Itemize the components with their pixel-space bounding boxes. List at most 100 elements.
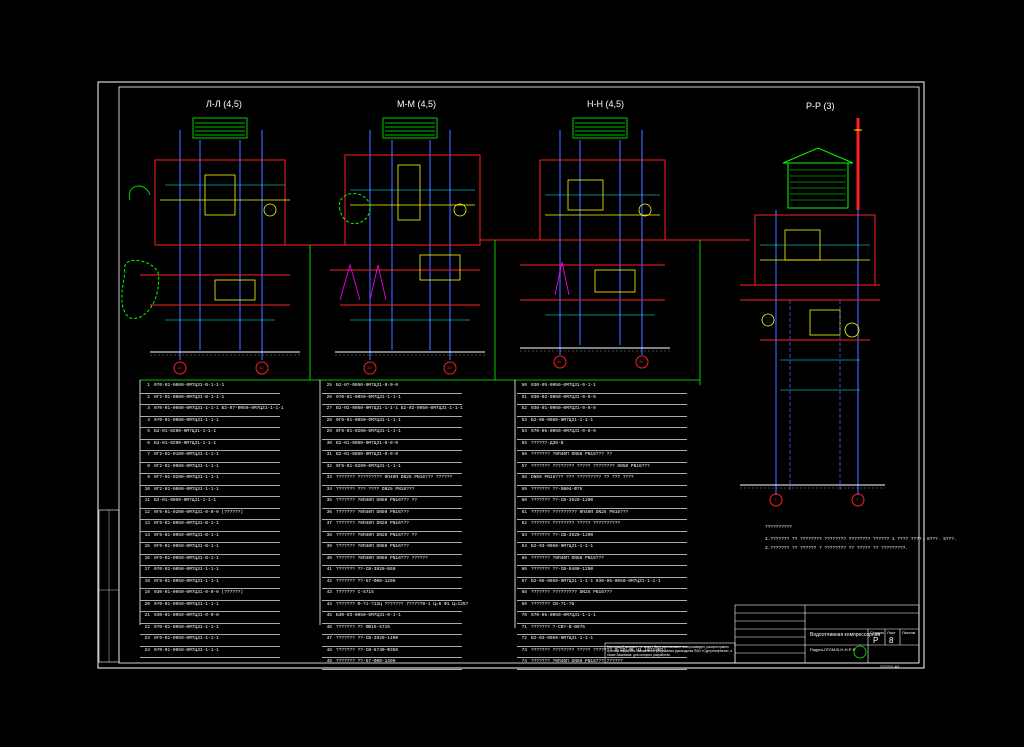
legend-row: 57 ??????? ???????? ????? ???????? DN50 P…	[517, 463, 687, 474]
legend-text: ??????? ??-СВ-0400-1200	[531, 567, 594, 572]
legend-text: 070-05-0050-0М7Ц31-0-0-0	[531, 429, 596, 434]
legend-row: 38 ??????? ?0П40П DN20 PN16??? ??	[322, 532, 462, 543]
legend-text: ??????? Ф-?1-?12Ц ??????? 7??7??9-1 Ц=6 …	[336, 601, 469, 607]
legend-number: 1	[147, 383, 150, 388]
legend-number: 34	[326, 486, 332, 492]
section-title: Н-Н (4,5)	[587, 99, 625, 109]
legend-number: 74	[521, 659, 527, 664]
legend-row: 62 ??????? ???????? ????? ??????????	[517, 520, 687, 532]
legend-row: 6 Б2-01-0200-0М7Ц31-1-1-1	[140, 440, 280, 451]
legend-text: 0Г6-01-0200-0М7Ц31-0-0-0 (??????)	[154, 509, 244, 515]
legend-row: 27 Б2-02-0050-0М7Ц31-1-1-1 Б2-02-0050-0М7…	[322, 405, 463, 417]
legend-row: 2 0Г2-01-0080-0М7Ц31-В-1-1-1	[140, 394, 280, 405]
legend-number: 46	[326, 624, 332, 630]
disclaimer-text: Настоящий документ не может быть использ…	[607, 645, 733, 657]
axis-label: 12	[177, 365, 182, 370]
sheet-value: 8	[889, 636, 894, 645]
legend-number: 13	[144, 521, 150, 526]
legend-number: 50	[521, 383, 527, 388]
legend-number: 72	[521, 636, 527, 641]
legend-number: 12	[144, 509, 150, 515]
legend-text: ??????? ?0П40П DN50 PN16??? ??????	[336, 555, 428, 561]
legend-text: ??????? ??-СВ-3920-Б50	[336, 567, 396, 572]
legend-text: 0Г2-01-0080-0М7Ц31-1-1-1	[154, 463, 219, 469]
legend-number: 67	[521, 578, 527, 584]
legend-row: 61 ??????? ????????? 0П40П DN25 PN16???	[517, 509, 687, 520]
legend-text: 0Г8-01-0050-0М7Ц31-1-1-1	[154, 578, 219, 584]
legend-text: 0Г2-01-0080-0М7Ц31-В-1-1-1	[154, 394, 225, 400]
legend-text: ??????? ?? ФВ15-5715	[336, 624, 391, 630]
note-line: 1.??????? ?? ???????? ???????? ???????? …	[765, 537, 957, 542]
legend-number: 14	[144, 532, 150, 538]
notes-title: ??????????	[765, 525, 793, 530]
legend-text: 030-01-0050-0М7Ц31-0-0-0	[154, 613, 219, 618]
legend-text: 070-01-0050-0М7Ц31-1-1-1	[154, 647, 219, 653]
legend-row: 33 ??????? ????????? 0П40П DN25 PN16??? ?…	[322, 474, 462, 486]
legend-row: 13 0Г6-01-0050-0М7Ц31-В-1-1	[140, 520, 280, 532]
legend-row: 19 030-01-0050-0М7Ц31-0-0-0 (??????)	[140, 589, 280, 601]
legend-number: 30	[326, 440, 332, 446]
legend-row: 66 ??????? ??-СВ-0400-1200	[517, 566, 687, 578]
legend-row: 23 0Г6-01-0050-0М7Ц31-1-1-1	[140, 635, 280, 647]
legend-text: 070-01-0050-0М7Ц31-1-1-1	[336, 394, 401, 400]
legend-column-1: 1 070-01-0080-0М7Ц31-В-1-1-1 2 0Г2-01-0080-…	[140, 382, 284, 658]
legend-row: 67 Б2-05-0050-0М7Ц31-1-1-1 030-05-0050-0М…	[517, 578, 687, 589]
legend-number: 58	[521, 475, 527, 480]
legend-text: 070-01-0050-0М7Ц31-1-1-1	[154, 567, 219, 572]
legend-text: ??????? ??-5В04-Ф75	[531, 486, 583, 492]
legend-text: 070-01-0050-0М7Ц31-1-1-1	[154, 601, 219, 607]
legend-text: ??????? ???????? ????? ??????????	[531, 521, 621, 526]
legend-text: Б2-02-0050-0М7Ц31-1-1-1 Б2-02-0050-0М7Ц3…	[336, 406, 463, 411]
legend-number: 26	[326, 394, 332, 400]
legend-row: 31 Б2-01-0050-0М7Ц31-0-0-0	[322, 451, 462, 463]
legend-text: 030-01-0050-0М7Ц31-0-0-0	[531, 406, 596, 411]
legend-text: ??????? ??-СВ-6730-Ф350	[336, 647, 399, 653]
legend-number: 44	[326, 601, 332, 607]
legend-number: 63	[521, 532, 527, 538]
legend-text: 0Г6-01-0050-0М7Ц31-1-1-1	[336, 417, 401, 423]
axis-label: 7	[856, 497, 859, 502]
legend-text: Б2-01-0050-0М7Ц31-0-0-0	[336, 440, 399, 446]
legend-number: 41	[326, 567, 332, 572]
legend-number: 31	[326, 452, 332, 457]
legend-row: 52 030-01-0050-0М7Ц31-0-0-0	[517, 405, 687, 417]
legend-number: 35	[326, 498, 332, 503]
legend-number: 23	[144, 636, 150, 641]
legend-row: 3 070-01-0080-0М7Ц31-1-1-1 Б2-07-0050-0М7…	[140, 405, 284, 417]
format-label: ?????? А3	[880, 664, 900, 669]
legend-text: 0Г6-01-0050-0М7Ц31-В-1-1	[154, 532, 219, 538]
legend-row: 44 ??????? Ф-?1-?12Ц ??????? 7??7??9-1 Ц=…	[322, 601, 468, 612]
legend-row: 30 Б2-01-0050-0М7Ц31-0-0-0	[322, 440, 462, 451]
legend-number: 64	[521, 544, 527, 549]
legend-number: 24	[144, 647, 150, 653]
legend-number: 37	[326, 521, 332, 526]
legend-row: 43 ??????? С-5715	[322, 589, 462, 601]
legend-row: 40 ??????? ?0П40П DN50 PN16??? ??????	[322, 555, 462, 566]
legend-text: ??????? ??? ???? DN25 PN16???	[336, 486, 415, 492]
legend-text: Б2-07-0050-0М7Ц31-0-0-0	[336, 383, 399, 388]
legend-row: 7 0Г2-01-0100-0М7Ц31-1-1-1	[140, 451, 280, 463]
legend-number: 2	[147, 394, 150, 400]
legend-row: 34 ??????? ??? ???? DN25 PN16???	[322, 486, 462, 497]
legend-text: Б2-01-0200-0М7Ц31-1-1-1	[154, 440, 217, 446]
legend-row: 18 0Г8-01-0050-0М7Ц31-1-1-1	[140, 578, 280, 589]
legend-text: ??????? ?0П40П DN20 PN16???	[336, 521, 409, 526]
legend-number: 60	[521, 498, 527, 503]
legend-text: 070-05-0050-0М7Ц31-1-1-1	[531, 613, 596, 618]
legend-number: 43	[326, 590, 332, 595]
legend-row: 49 ??????? ??-57-Ф80-1400	[322, 658, 462, 670]
legend-row: 16 0Г6-01-0050-0М7Ц31-В-1-1	[140, 555, 280, 566]
axis-label: 12	[259, 365, 264, 370]
legend-number: 61	[521, 509, 527, 515]
sheet-header: Лист	[887, 630, 896, 635]
legend-number: 70	[521, 613, 527, 618]
legend-row: 59 ??????? ??-5В04-Ф75	[517, 486, 687, 497]
legend-row: 45 Б30-03-0050-0М7Ц31-0-1-1	[322, 612, 462, 624]
legend-number: 38	[326, 532, 332, 538]
legend-number: 9	[147, 475, 150, 480]
section-n-n	[515, 117, 700, 369]
section-title: Л-Л (4,5)	[206, 99, 242, 109]
legend-column-3: 50 030-05-0050-0М7Ц31-0-1-1 51 030-02-0050-…	[517, 382, 687, 670]
note-line: 2.??????? ?? ?????? ? ???????? ?? ????? …	[765, 546, 909, 551]
legend-number: 7	[147, 452, 150, 457]
